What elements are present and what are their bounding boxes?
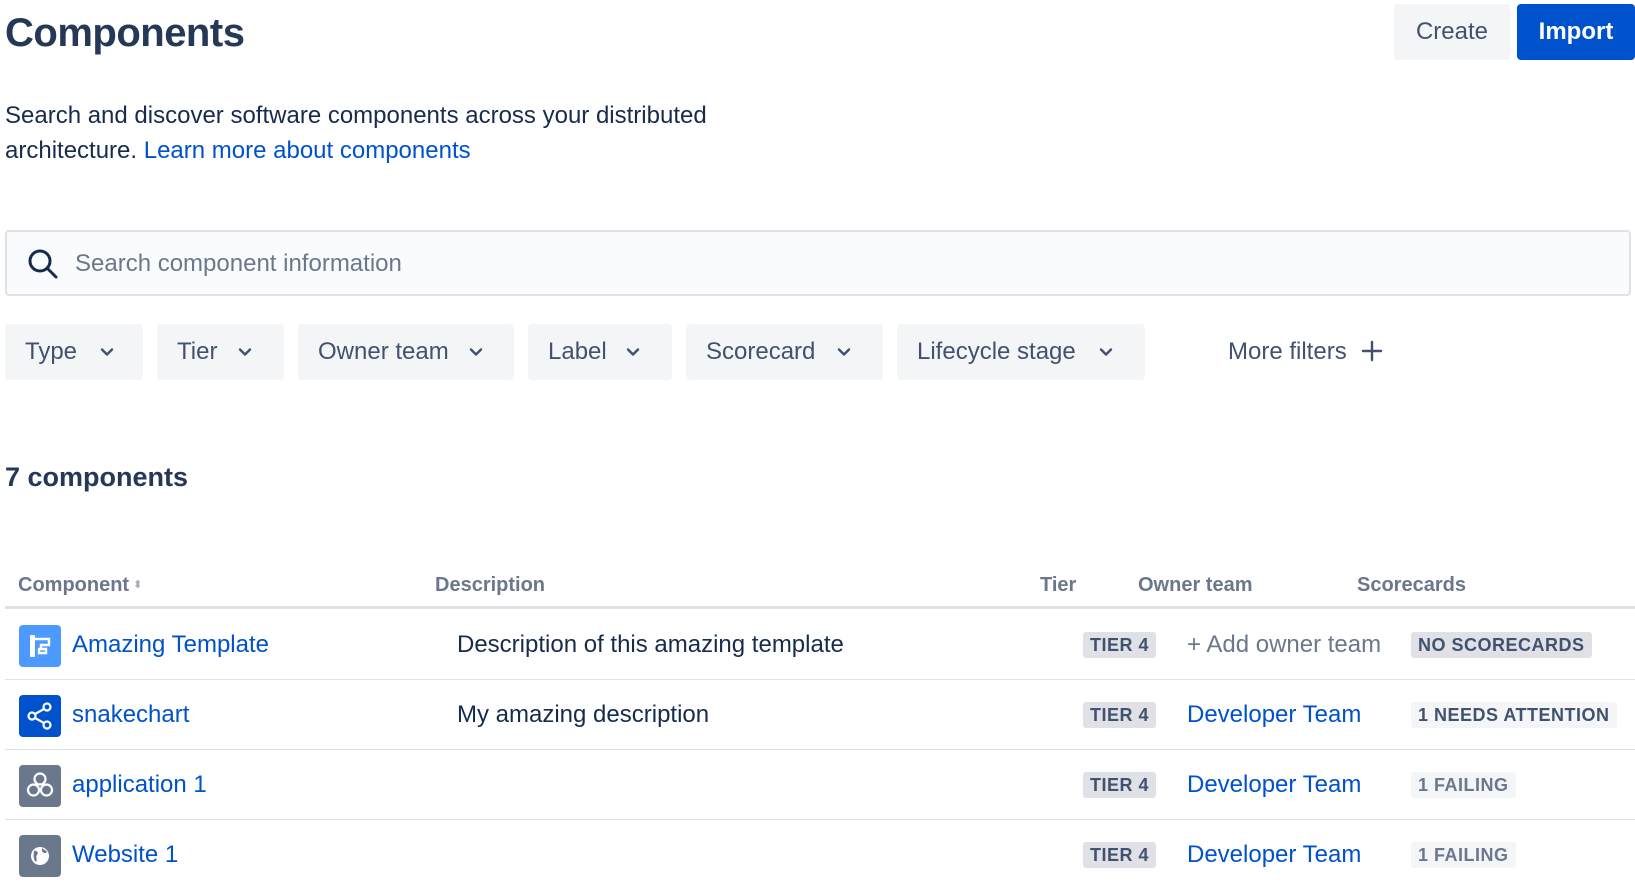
create-button[interactable]: Create	[1394, 4, 1510, 60]
plus-icon	[1362, 340, 1383, 361]
filter-type[interactable]: Type	[5, 324, 143, 380]
filter-owner-team-label: Owner team	[318, 338, 449, 365]
chevron-down-icon	[626, 348, 640, 356]
chevron-down-icon	[837, 348, 851, 356]
template-icon	[19, 625, 61, 667]
chevron-down-icon	[238, 348, 252, 356]
filter-lifecycle-stage[interactable]: Lifecycle stage	[897, 324, 1145, 380]
column-header-scorecards: Scorecards	[1357, 574, 1466, 596]
more-filters-label: More filters	[1228, 338, 1347, 365]
table-row: snakechart My amazing description TIER 4…	[5, 680, 1635, 750]
page-title: Components	[5, 11, 245, 55]
chevron-down-icon	[100, 348, 114, 356]
owner-team-link[interactable]: Developer Team	[1187, 698, 1387, 732]
tier-badge: TIER 4	[1083, 842, 1157, 868]
scorecard-badge[interactable]: NO SCORECARDS	[1411, 632, 1592, 658]
component-description: My amazing description	[457, 701, 710, 728]
page-description: Search and discover software components …	[5, 98, 765, 168]
filter-scorecard-label: Scorecard	[706, 338, 816, 365]
search-bar[interactable]	[5, 230, 1631, 296]
filter-lifecycle-stage-label: Lifecycle stage	[917, 338, 1076, 365]
tier-badge: TIER 4	[1083, 702, 1157, 728]
table-header-divider	[5, 606, 1635, 609]
import-button[interactable]: Import	[1517, 4, 1635, 60]
scorecard-badge[interactable]: 1 FAILING	[1411, 772, 1516, 798]
component-link[interactable]: Website 1	[72, 838, 178, 872]
table-row: Website 1 TIER 4 Developer Team 1 FAILIN…	[5, 820, 1635, 890]
owner-team-link[interactable]: Developer Team	[1187, 838, 1387, 872]
column-header-tier: Tier	[1040, 574, 1077, 596]
results-count: 7 components	[5, 462, 189, 492]
search-input[interactable]	[73, 242, 1577, 286]
search-icon	[28, 249, 58, 279]
filter-tier-label: Tier	[177, 338, 218, 365]
owner-team-link[interactable]: Developer Team	[1187, 768, 1387, 802]
filter-label-label: Label	[548, 338, 607, 365]
sort-icon: ⬍	[133, 579, 143, 591]
column-header-component[interactable]: Component ⬍	[18, 574, 142, 597]
filter-type-label: Type	[25, 338, 78, 365]
chevron-down-icon	[1099, 348, 1113, 356]
scorecard-badge[interactable]: 1 FAILING	[1411, 842, 1516, 868]
filter-label[interactable]: Label	[528, 324, 672, 380]
share-graph-icon	[19, 695, 61, 737]
filter-scorecard[interactable]: Scorecard	[686, 324, 883, 380]
filter-owner-team[interactable]: Owner team	[298, 324, 514, 380]
hexagons-icon	[19, 765, 61, 807]
column-header-label: Component	[18, 574, 130, 596]
components-page: Components Create Import Search and disc…	[0, 0, 1635, 890]
column-header-description: Description	[435, 574, 546, 596]
globe-icon	[19, 835, 61, 877]
chevron-down-icon	[469, 348, 483, 356]
table-row: Amazing Template Description of this ama…	[5, 610, 1635, 680]
filter-tier[interactable]: Tier	[157, 324, 284, 380]
component-link[interactable]: Amazing Template	[72, 628, 269, 662]
scorecard-badge[interactable]: 1 NEEDS ATTENTION	[1411, 702, 1617, 728]
component-link[interactable]: application 1	[72, 768, 207, 802]
add-owner-team-button[interactable]: + Add owner team	[1187, 628, 1387, 662]
learn-more-link[interactable]: Learn more about components	[144, 137, 471, 164]
component-description: Description of this amazing template	[457, 631, 844, 658]
more-filters-button[interactable]: More filters	[1228, 324, 1383, 380]
tier-badge: TIER 4	[1083, 772, 1157, 798]
component-link[interactable]: snakechart	[72, 698, 189, 732]
table-row: application 1 TIER 4 Developer Team 1 FA…	[5, 750, 1635, 820]
column-header-owner-team: Owner team	[1138, 574, 1253, 596]
tier-badge: TIER 4	[1083, 632, 1157, 658]
